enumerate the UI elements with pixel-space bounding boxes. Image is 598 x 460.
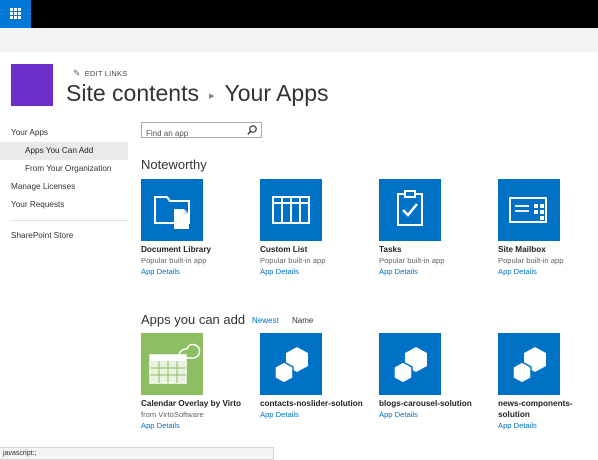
chevron-right-icon: ▸ (208, 90, 215, 102)
app-name[interactable]: contacts-noslider-solution (260, 398, 370, 409)
app-name[interactable]: Site Mailbox (498, 244, 598, 255)
noteworthy-heading: Noteworthy (141, 157, 207, 172)
site-mailbox-tile[interactable] (498, 179, 560, 241)
site-logo[interactable] (11, 64, 53, 106)
nav-item-your-requests[interactable]: Your Requests (0, 196, 128, 214)
app-name[interactable]: blogs-carousel-solution (379, 398, 489, 409)
app-tile-news-components: news-components-solution App Details (498, 333, 590, 431)
document-library-tile[interactable] (141, 179, 203, 241)
tasks-tile[interactable] (379, 179, 441, 241)
left-navigation: Your Apps Apps You Can Add From Your Org… (0, 124, 128, 245)
app-launcher-button[interactable] (0, 0, 31, 28)
generic-app-icon (393, 347, 427, 384)
site-mailbox-icon (509, 197, 547, 223)
nav-item-sharepoint-store[interactable]: SharePoint Store (0, 227, 128, 245)
app-details-link[interactable]: App Details (260, 409, 370, 420)
breadcrumb-site-contents[interactable]: Site contents (66, 80, 199, 107)
nav-item-apps-you-can-add[interactable]: Apps You Can Add (0, 142, 128, 160)
ribbon-bar (0, 28, 598, 52)
app-tile-document-library: Document Library Popular built-in app Ap… (141, 179, 251, 277)
edit-links-label: EDIT LINKS (84, 69, 128, 78)
app-details-link[interactable]: App Details (379, 409, 489, 420)
calendar-overlay-tile[interactable] (141, 333, 203, 395)
contacts-noslider-tile[interactable] (260, 333, 322, 395)
breadcrumb-current: Your Apps (224, 80, 329, 106)
page-title: Site contents ▸ Your Apps (66, 80, 329, 107)
blogs-carousel-tile[interactable] (379, 333, 441, 395)
news-components-tile[interactable] (498, 333, 560, 395)
app-details-link[interactable]: App Details (141, 420, 251, 431)
pencil-icon: ✎ (73, 68, 81, 78)
sort-name-link[interactable]: Name (292, 316, 313, 325)
apps-you-can-add-heading: Apps you can add (141, 312, 246, 327)
app-tile-calendar-overlay: Calendar Overlay by Virto from VirtoSoft… (141, 333, 251, 431)
nav-item-your-apps[interactable]: Your Apps (0, 124, 128, 142)
app-subtitle: from VirtoSoftware (141, 410, 204, 419)
app-tile-tasks: Tasks Popular built-in app App Details (379, 179, 489, 277)
app-search-box (141, 122, 262, 141)
tasks-icon (397, 190, 423, 226)
document-library-icon (154, 196, 190, 229)
app-tile-custom-list: Custom List Popular built-in app App Det… (260, 179, 370, 277)
custom-list-tile[interactable] (260, 179, 322, 241)
app-details-link[interactable]: App Details (498, 266, 598, 277)
app-details-link[interactable]: App Details (141, 266, 251, 277)
generic-app-icon (274, 347, 308, 384)
app-name[interactable]: news-components-solution (498, 398, 578, 420)
app-subtitle: Popular built-in app (379, 256, 445, 265)
sort-newest-link[interactable]: Newest (252, 316, 279, 325)
nav-divider (11, 220, 128, 221)
app-tile-contacts-noslider: contacts-noslider-solution App Details (260, 333, 370, 420)
generic-app-icon (512, 347, 546, 384)
app-subtitle: Popular built-in app (141, 256, 207, 265)
app-subtitle: Popular built-in app (260, 256, 326, 265)
app-name[interactable]: Custom List (260, 244, 370, 255)
search-input[interactable] (142, 126, 242, 141)
app-details-link[interactable]: App Details (260, 266, 370, 277)
app-name[interactable]: Calendar Overlay by Virto (141, 398, 251, 409)
app-details-link[interactable]: App Details (379, 266, 489, 277)
search-icon[interactable] (246, 124, 258, 136)
nav-item-manage-licenses[interactable]: Manage Licenses (0, 178, 128, 196)
app-tile-blogs-carousel: blogs-carousel-solution App Details (379, 333, 489, 420)
app-details-link[interactable]: App Details (498, 420, 590, 431)
app-name[interactable]: Tasks (379, 244, 489, 255)
edit-links-button[interactable]: ✎ EDIT LINKS (73, 68, 127, 79)
suite-bar (0, 0, 598, 28)
app-subtitle: Popular built-in app (498, 256, 564, 265)
nav-item-from-your-organization[interactable]: From Your Organization (0, 160, 128, 178)
calendar-icon (149, 343, 201, 384)
waffle-icon (10, 8, 21, 19)
app-name[interactable]: Document Library (141, 244, 251, 255)
browser-status-bar: javascript:; (0, 447, 274, 460)
custom-list-icon (272, 196, 310, 224)
app-tile-site-mailbox: Site Mailbox Popular built-in app App De… (498, 179, 598, 277)
